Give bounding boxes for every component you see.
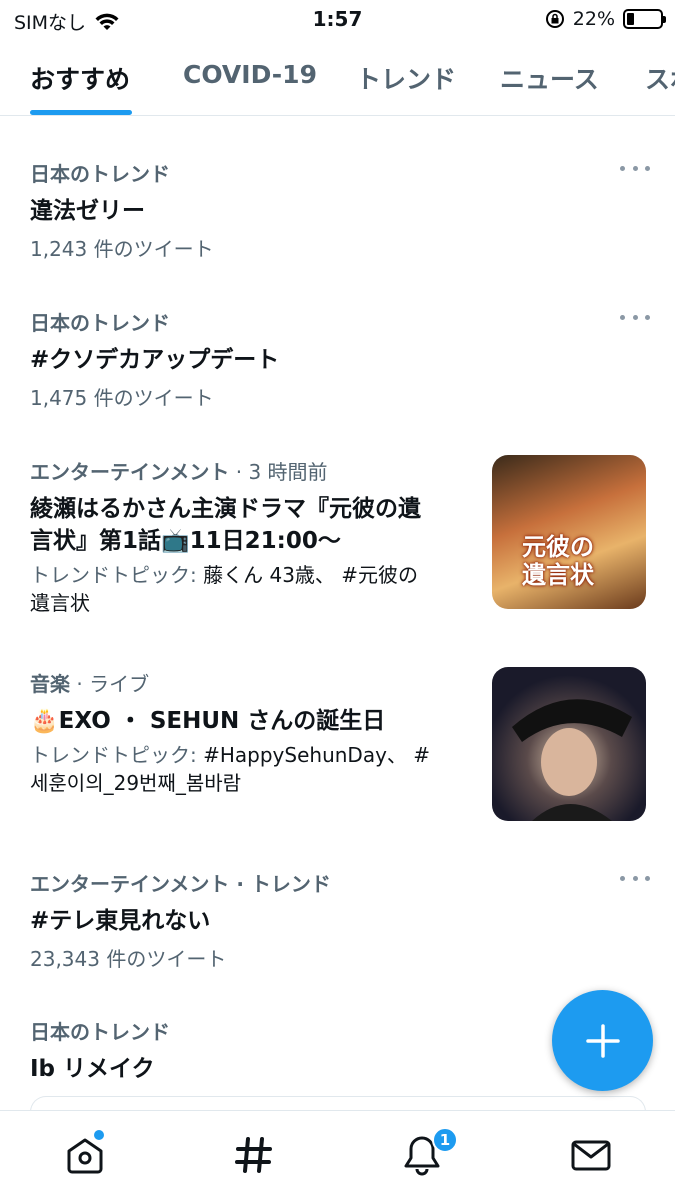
trend-category: 日本のトレンド: [30, 311, 170, 335]
rotation-lock-icon: [545, 10, 564, 28]
tab-sports[interactable]: スポ: [645, 60, 675, 96]
trend-tweet-count: 23,343 件のツイート: [30, 947, 227, 971]
trend-item[interactable]: 音楽 · ライブ 🎂EXO ・ SEHUN さんの誕生日 トレンドトピック: #…: [30, 668, 480, 797]
status-bar: SIMなし 1:57 22%: [0, 0, 675, 38]
trend-category: エンターテインメント · 3 時間前: [30, 460, 328, 484]
tab-trends[interactable]: トレンド: [356, 60, 456, 96]
tab-news[interactable]: ニュース: [500, 60, 599, 96]
active-tab-indicator: [30, 110, 132, 115]
trend-item[interactable]: エンターテインメント · 3 時間前 綾瀬はるかさん主演ドラマ『元彼の遺 言状』…: [30, 456, 480, 617]
bottom-nav-bar: [0, 1110, 675, 1200]
messages-envelope-icon[interactable]: [569, 1133, 613, 1177]
tab-covid19[interactable]: COVID-19: [183, 60, 317, 89]
trend-title: 🎂EXO ・ SEHUN さんの誕生日: [30, 708, 386, 734]
battery-percent: 22%: [572, 8, 615, 30]
plus-icon: [585, 1023, 620, 1058]
trend-title: 違法ゼリー: [30, 198, 145, 224]
trend-thumbnail[interactable]: [492, 667, 646, 821]
trend-category: 音楽 · ライブ: [30, 672, 150, 696]
home-unread-indicator: [94, 1130, 104, 1140]
trend-tweet-count: 1,243 件のツイート: [30, 237, 214, 261]
trend-title: 綾瀬はるかさん主演ドラマ『元彼の遺 言状』第1話📺11日21:00～: [30, 496, 421, 554]
battery-icon: [623, 9, 666, 29]
trend-item[interactable]: エンターテインメント · トレンド #テレ東見れない 23,343 件のツイート: [30, 868, 650, 972]
trend-title: #クソデカアップデート: [30, 347, 280, 373]
trend-category: 日本のトレンド: [30, 162, 170, 186]
trend-title: #テレ東見れない: [30, 908, 211, 934]
trend-thumbnail[interactable]: 元彼の 遺言状: [492, 455, 646, 609]
more-options-icon[interactable]: [620, 868, 650, 888]
explore-tabs: おすすめ COVID-19 トレンド ニュース スポ: [0, 40, 675, 116]
explore-hashtag-icon[interactable]: [232, 1133, 276, 1177]
more-options-icon[interactable]: [620, 158, 650, 178]
trend-category: エンターテインメント · トレンド: [30, 872, 331, 896]
trend-item[interactable]: 日本のトレンド 違法ゼリー 1,243 件のツイート: [30, 158, 650, 262]
trend-tweet-count: 1,475 件のツイート: [30, 386, 214, 410]
compose-tweet-button[interactable]: [552, 990, 653, 1091]
status-right: 22%: [545, 8, 666, 30]
trend-topics: トレンドトピック: 藤くん 43歳、 #元彼の 遺言状: [30, 563, 419, 615]
trend-item[interactable]: 日本のトレンド #クソデカアップデート 1,475 件のツイート: [30, 307, 650, 411]
tab-recommended[interactable]: おすすめ: [30, 60, 130, 96]
more-options-icon[interactable]: [620, 307, 650, 327]
person-photo: [512, 699, 632, 821]
thumbnail-title: 元彼の 遺言状: [522, 533, 594, 589]
notification-badge: 1: [432, 1127, 458, 1153]
trend-topics: トレンドトピック: #HappySehunDay、 # 세훈이의_29번째_봄바…: [30, 743, 431, 795]
